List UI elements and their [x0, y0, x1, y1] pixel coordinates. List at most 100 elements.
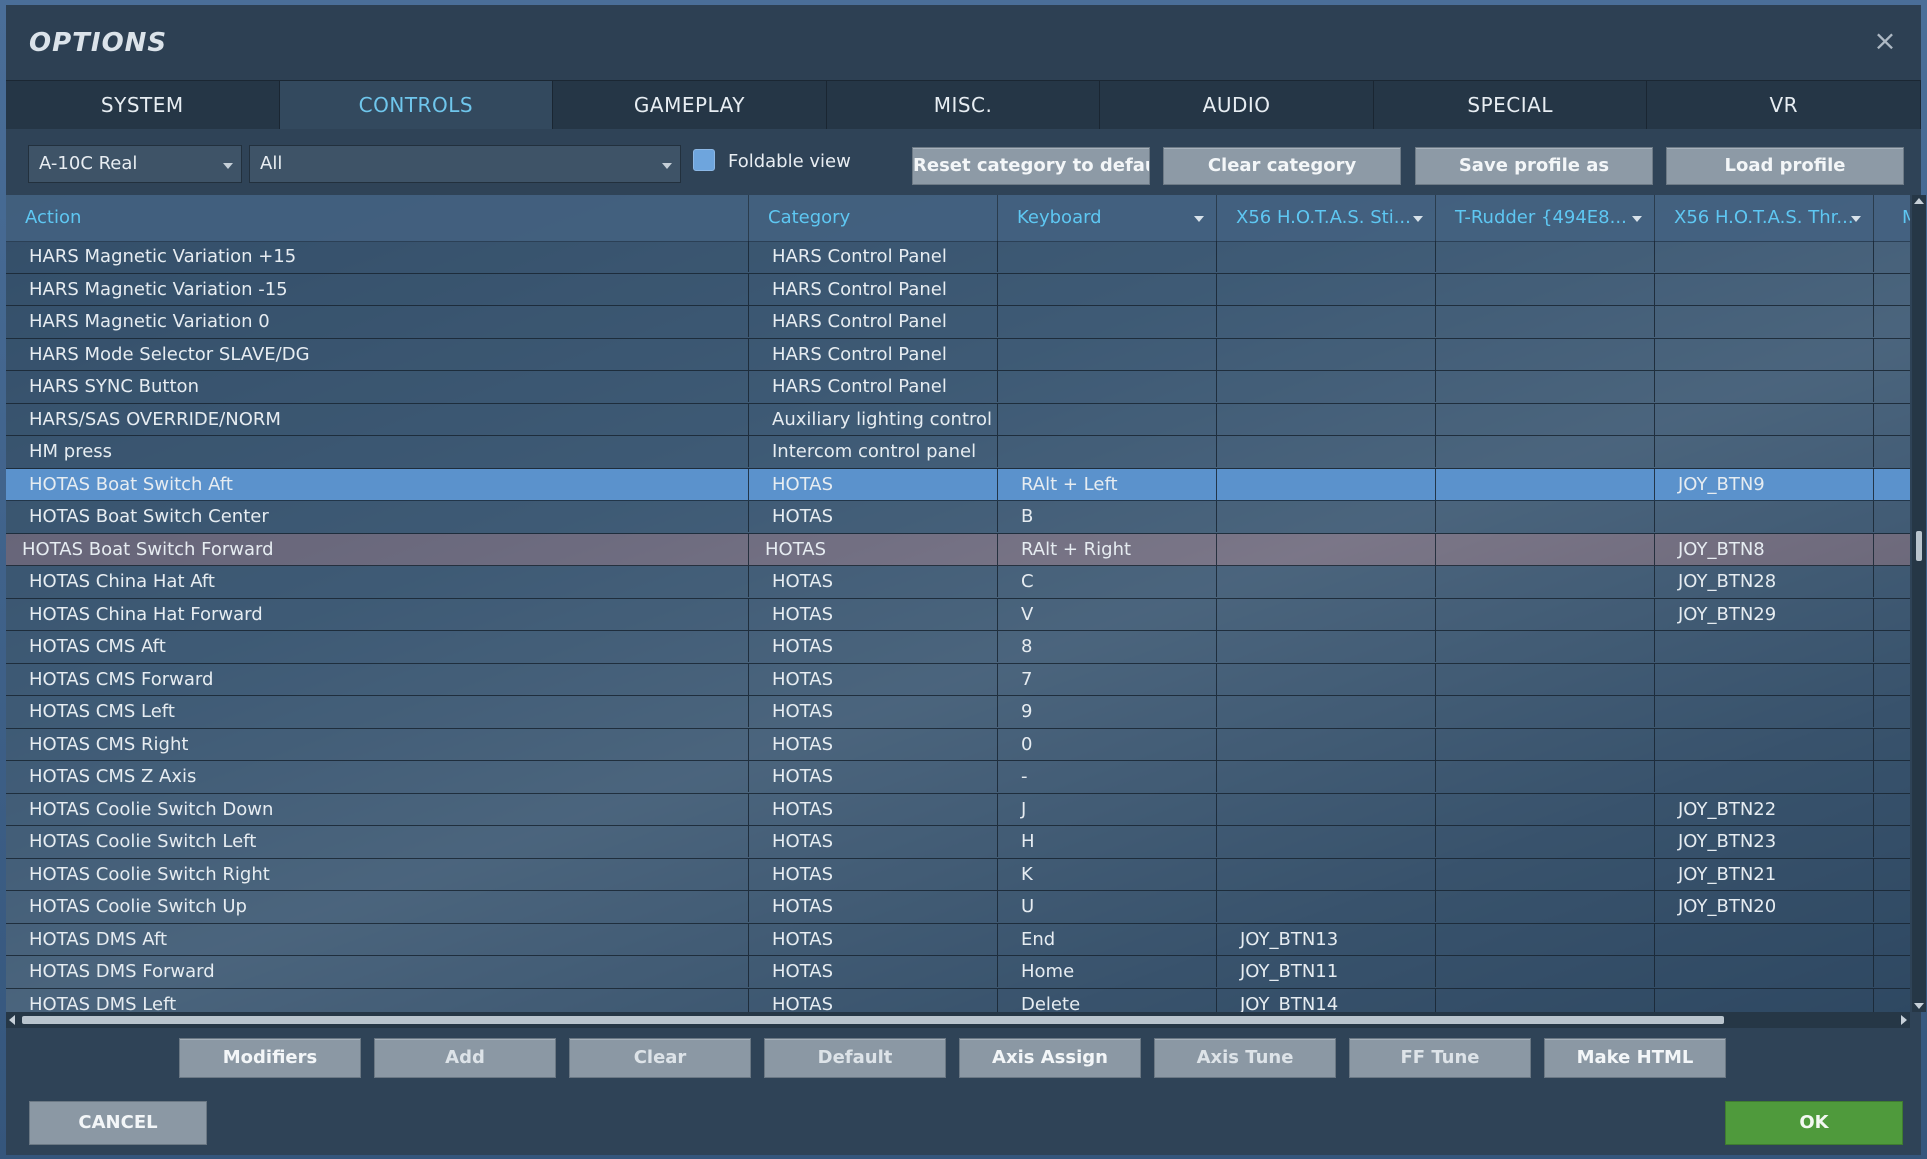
- table-cell[interactable]: [998, 403, 1217, 435]
- column-header-stick[interactable]: X56 H.O.T.A.S. Sti...: [1217, 195, 1436, 241]
- table-cell[interactable]: [1217, 826, 1436, 857]
- category-filter-select[interactable]: All: [249, 145, 681, 183]
- table-cell[interactable]: [1874, 501, 1910, 532]
- column-header-category[interactable]: Category: [749, 195, 998, 241]
- close-icon[interactable]: ×: [1871, 27, 1899, 55]
- table-cell[interactable]: JOY_BTN21: [1655, 858, 1874, 890]
- table-cell[interactable]: [1874, 306, 1910, 337]
- table-cell[interactable]: [1655, 403, 1874, 435]
- table-cell[interactable]: [1436, 436, 1655, 467]
- table-cell[interactable]: JOY_BTN23: [1655, 826, 1874, 857]
- reset-category-button[interactable]: Reset category to default: [912, 147, 1150, 185]
- vertical-scrollbar[interactable]: [1912, 195, 1926, 1012]
- foldable-view-checkbox[interactable]: [693, 149, 715, 171]
- table-cell[interactable]: [1874, 631, 1910, 662]
- table-cell[interactable]: [1436, 631, 1655, 662]
- table-cell[interactable]: [1217, 241, 1436, 272]
- table-cell[interactable]: [1217, 533, 1436, 565]
- table-row[interactable]: HOTAS Coolie Switch Left HOTAS H JOY_BTN23: [6, 826, 1910, 859]
- clear-button[interactable]: Clear: [569, 1038, 751, 1078]
- table-row[interactable]: HARS Magnetic Variation 0 HARS Control Pa…: [6, 306, 1910, 339]
- horizontal-scrollbar[interactable]: [6, 1012, 1910, 1028]
- table-cell[interactable]: [1217, 501, 1436, 532]
- table-cell[interactable]: [1436, 956, 1655, 987]
- table-cell[interactable]: [1217, 306, 1436, 337]
- table-cell[interactable]: JOY_BTN14: [1217, 988, 1436, 1012]
- table-cell[interactable]: [1874, 566, 1910, 597]
- table-cell[interactable]: [1874, 826, 1910, 857]
- table-cell[interactable]: [1217, 761, 1436, 792]
- table-row[interactable]: HOTAS Boat Switch Aft HOTAS RAlt + Left JOY…: [6, 468, 1910, 501]
- table-cell[interactable]: -: [998, 761, 1217, 792]
- table-row[interactable]: HOTAS CMS Right HOTAS 0: [6, 728, 1910, 761]
- table-row[interactable]: HOTAS Boat Switch Center HOTAS B: [6, 501, 1910, 534]
- table-cell[interactable]: JOY_BTN11: [1217, 956, 1436, 987]
- table-row[interactable]: HARS/SAS OVERRIDE/NORM Auxiliary lighting…: [6, 403, 1910, 436]
- table-cell[interactable]: JOY_BTN20: [1655, 891, 1874, 922]
- table-cell[interactable]: [1436, 826, 1655, 857]
- table-cell[interactable]: [1655, 988, 1874, 1012]
- table-cell[interactable]: K: [998, 858, 1217, 890]
- table-row[interactable]: HOTAS CMS Z Axis HOTAS -: [6, 761, 1910, 794]
- table-row[interactable]: HOTAS China Hat Aft HOTAS C JOY_BTN28: [6, 566, 1910, 599]
- table-cell[interactable]: [1436, 338, 1655, 370]
- table-cell[interactable]: [1436, 403, 1655, 435]
- table-cell[interactable]: U: [998, 891, 1217, 922]
- table-cell[interactable]: JOY_BTN28: [1655, 566, 1874, 597]
- table-cell[interactable]: JOY_BTN22: [1655, 793, 1874, 825]
- table-cell[interactable]: [1217, 696, 1436, 727]
- table-cell[interactable]: 0: [998, 728, 1217, 760]
- table-cell[interactable]: JOY_BTN9: [1655, 468, 1874, 500]
- table-cell[interactable]: [1655, 923, 1874, 955]
- table-cell[interactable]: [1874, 891, 1910, 922]
- table-row[interactable]: HOTAS DMS Aft HOTAS End JOY_BTN13: [6, 923, 1910, 956]
- table-cell[interactable]: [1874, 794, 1910, 825]
- table-cell[interactable]: Home: [998, 956, 1217, 987]
- table-cell[interactable]: [1874, 729, 1910, 760]
- table-cell[interactable]: [1874, 241, 1910, 272]
- scroll-down-icon[interactable]: [1914, 1003, 1924, 1009]
- table-row[interactable]: HARS Mode Selector SLAVE/DG HARS Control …: [6, 338, 1910, 371]
- table-cell[interactable]: [1436, 761, 1655, 792]
- table-cell[interactable]: [1436, 501, 1655, 532]
- table-cell[interactable]: [1655, 696, 1874, 727]
- table-cell[interactable]: [1874, 989, 1910, 1013]
- table-row[interactable]: HOTAS Coolie Switch Up HOTAS U JOY_BTN20: [6, 891, 1910, 924]
- table-cell[interactable]: [998, 241, 1217, 272]
- table-row[interactable]: HARS Magnetic Variation +15 HARS Control …: [6, 241, 1910, 274]
- table-cell[interactable]: [1874, 371, 1910, 402]
- table-cell[interactable]: [1655, 273, 1874, 305]
- table-cell[interactable]: [998, 306, 1217, 337]
- table-cell[interactable]: [1655, 631, 1874, 662]
- table-cell[interactable]: [1874, 436, 1910, 467]
- table-cell[interactable]: B: [998, 501, 1217, 532]
- table-cell[interactable]: [1217, 273, 1436, 305]
- table-row[interactable]: HOTAS Boat Switch Forward HOTAS RAlt + Rig…: [6, 533, 1910, 566]
- table-cell[interactable]: C: [998, 566, 1217, 597]
- table-cell[interactable]: V: [998, 598, 1217, 630]
- table-cell[interactable]: [1217, 436, 1436, 467]
- tab-audio[interactable]: AUDIO: [1100, 81, 1374, 129]
- table-row[interactable]: HOTAS Coolie Switch Right HOTAS K JOY_BTN21: [6, 858, 1910, 891]
- table-cell[interactable]: [1874, 696, 1910, 727]
- table-cell[interactable]: [1217, 566, 1436, 597]
- table-cell[interactable]: [1436, 923, 1655, 955]
- table-cell[interactable]: [1436, 891, 1655, 922]
- tab-special[interactable]: SPECIAL: [1374, 81, 1648, 129]
- table-cell[interactable]: 7: [998, 663, 1217, 695]
- table-cell[interactable]: [1874, 534, 1910, 565]
- table-cell[interactable]: [1436, 468, 1655, 500]
- table-cell[interactable]: 9: [998, 696, 1217, 727]
- table-cell[interactable]: [1874, 469, 1910, 500]
- table-cell[interactable]: [1217, 468, 1436, 500]
- table-cell[interactable]: [1655, 728, 1874, 760]
- table-cell[interactable]: [1436, 858, 1655, 890]
- table-row[interactable]: HARS Magnetic Variation -15 HARS Control …: [6, 273, 1910, 306]
- save-profile-button[interactable]: Save profile as: [1415, 147, 1653, 185]
- table-row[interactable]: HOTAS Coolie Switch Down HOTAS J JOY_BTN22: [6, 793, 1910, 826]
- table-row[interactable]: HOTAS CMS Aft HOTAS 8: [6, 631, 1910, 664]
- table-cell[interactable]: [1874, 664, 1910, 695]
- table-row[interactable]: HOTAS CMS Forward HOTAS 7: [6, 663, 1910, 696]
- table-cell[interactable]: [1436, 598, 1655, 630]
- tab-system[interactable]: SYSTEM: [6, 81, 280, 129]
